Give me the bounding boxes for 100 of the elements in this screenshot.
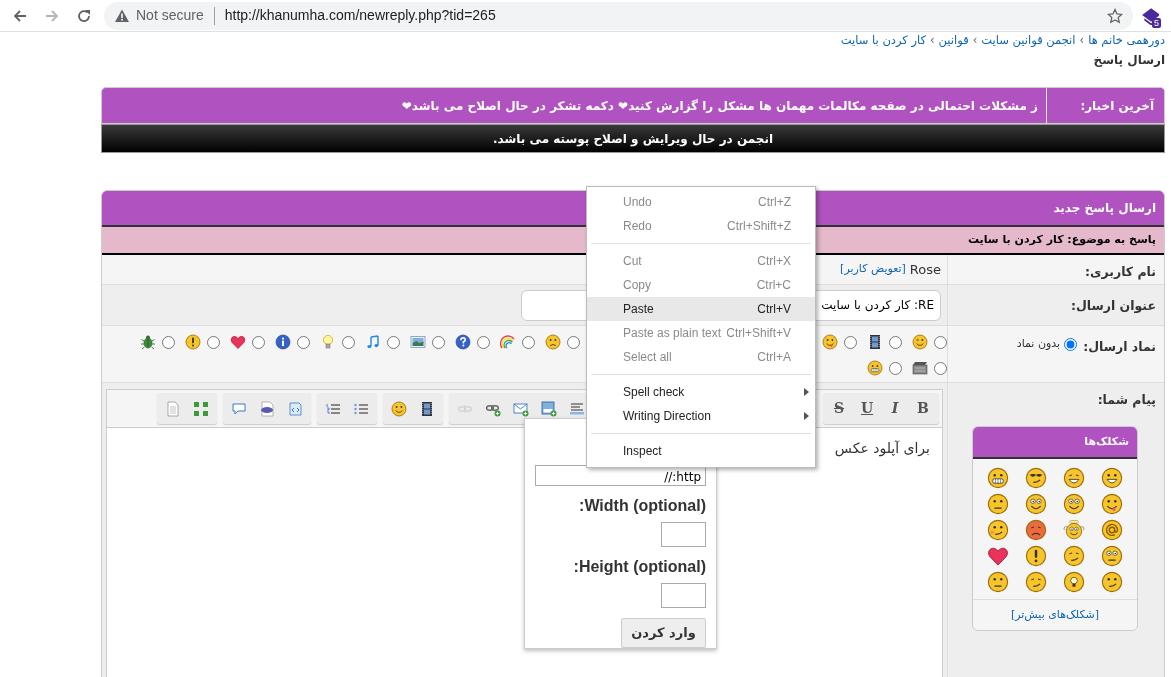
radio-button[interactable]	[844, 335, 857, 349]
smiley-icon[interactable]	[1025, 466, 1047, 489]
page-title: ارسال پاسخ	[1092, 52, 1165, 69]
info-icon	[275, 334, 291, 350]
code-file-icon	[287, 400, 303, 417]
music-note-icon	[365, 334, 381, 350]
extension-icon[interactable]	[1141, 6, 1159, 25]
smiley-icon[interactable]	[987, 570, 1009, 593]
radio-button[interactable]	[934, 361, 947, 375]
breadcrumb-link[interactable]: قوانین	[938, 33, 969, 47]
rainbow-icon	[500, 334, 516, 350]
clapperboard-icon	[912, 360, 928, 376]
radio-button[interactable]	[162, 335, 175, 349]
smiley-icon[interactable]	[1101, 492, 1123, 515]
heart-icon	[230, 334, 246, 350]
menu-item[interactable]: Paste Ctrl+V	[587, 297, 815, 321]
field-label: عنوان ارسال:	[947, 285, 1164, 325]
radio-button[interactable]	[252, 335, 265, 349]
field-label: نماد ارسال:	[1083, 338, 1156, 354]
address-bar[interactable]: Not secure http://khanumha.com/newreply.php?tid=265	[104, 1, 1133, 30]
speech-bubble-icon	[231, 400, 247, 417]
strikethrough-button[interactable]: S	[827, 396, 851, 421]
radio-button[interactable]	[342, 335, 355, 349]
back-arrow-icon	[12, 7, 28, 24]
radio-button[interactable]	[477, 335, 490, 349]
news-label: آخرین اخبار:	[1046, 88, 1164, 123]
underline-button[interactable]: U	[855, 396, 879, 421]
radio-button[interactable]	[934, 335, 947, 349]
forward-arrow-icon	[44, 7, 60, 24]
smiley-icon[interactable]	[1025, 518, 1047, 541]
width-field[interactable]	[661, 522, 706, 548]
breadcrumb-separator: ›	[930, 33, 935, 47]
image-add-icon	[541, 400, 557, 417]
align-lines-icon	[569, 400, 585, 417]
smiley-icon[interactable]	[1063, 492, 1085, 515]
bold-button[interactable]: B	[911, 396, 935, 421]
picture-icon	[410, 334, 426, 350]
italic-button[interactable]: I	[883, 396, 907, 421]
breadcrumb-separator: ›	[972, 33, 978, 47]
smiley-icon[interactable]	[1025, 492, 1047, 515]
exclamation-icon	[185, 334, 201, 350]
username-text: Rose	[909, 260, 941, 279]
field-label: :Height (optional)	[573, 557, 706, 578]
smiley-icon	[867, 360, 883, 376]
insert-button[interactable]: وارد کردن	[621, 618, 706, 648]
breadcrumb-link[interactable]: دورهمی خانم ها	[1088, 33, 1165, 47]
submenu-arrow-icon	[804, 388, 809, 396]
envelope-add-icon	[513, 400, 529, 417]
smiley-icon[interactable]	[1025, 570, 1047, 593]
smiley-icon	[391, 400, 407, 417]
film-strip-icon	[867, 334, 883, 350]
smiley-icon[interactable]	[987, 492, 1009, 515]
field-label: :Width (optional)	[579, 496, 706, 517]
lightbulb-icon[interactable]	[1063, 570, 1085, 593]
url-text: http://khanumha.com/newreply.php?tid=265	[224, 6, 497, 25]
question-icon	[455, 334, 471, 350]
smiley-icon[interactable]	[987, 518, 1009, 541]
radio-button[interactable]	[432, 335, 445, 349]
switch-user-link[interactable]: [تعویض کاربر]	[840, 261, 906, 278]
radio-button[interactable]	[889, 361, 902, 375]
reload-icon	[76, 7, 92, 24]
breadcrumb-link[interactable]: کار کردن با سایت	[840, 33, 926, 47]
radio-button[interactable]	[889, 335, 902, 349]
star-icon[interactable]	[1107, 7, 1123, 24]
smiley-icon[interactable]	[1101, 466, 1123, 489]
at-sign-icon[interactable]	[1101, 518, 1123, 541]
smiley-icon[interactable]	[1101, 570, 1123, 593]
document-icon	[165, 400, 181, 417]
film-strip-icon	[419, 400, 435, 417]
smiley-icon[interactable]	[1063, 466, 1085, 489]
smiley-icon	[912, 334, 928, 350]
smiley-icon[interactable]	[1063, 544, 1085, 567]
radio-button[interactable]	[567, 335, 580, 349]
radio-button[interactable]	[1064, 337, 1078, 351]
security-label: Not secure	[136, 6, 204, 25]
news-ticker-text: ز مشکلات احتمالی در صفحه مکالمات مهمان ها مشکل را گزارش کنید❤ دکمه تشکر در حال اصلاح می باشد❤	[400, 97, 1039, 115]
field-label: نام کاربری:	[947, 255, 1164, 284]
breadcrumb-link[interactable]: انجمن قوانین سایت	[981, 33, 1076, 47]
menu-item[interactable]: Inspect	[587, 439, 815, 463]
smiley-icon[interactable]	[987, 466, 1009, 489]
exclamation-icon[interactable]	[1025, 544, 1047, 567]
option-label: بدون نماد	[1016, 336, 1061, 352]
angel-smiley-icon[interactable]	[1063, 518, 1085, 541]
message-text: برای آپلود عکس	[834, 440, 930, 456]
menu-item[interactable]: Writing Direction	[587, 404, 815, 428]
radio-button[interactable]	[522, 335, 535, 349]
breadcrumb-separator: ›	[1079, 33, 1085, 47]
php-file-icon	[259, 400, 275, 417]
height-field[interactable]	[661, 583, 706, 609]
smiley-icon	[822, 334, 838, 350]
radio-button[interactable]	[207, 335, 220, 349]
bug-icon	[140, 334, 156, 350]
extension-badge: 5	[1152, 17, 1161, 28]
radio-button[interactable]	[387, 335, 400, 349]
submenu-arrow-icon	[804, 412, 809, 420]
fullscreen-icon	[193, 400, 209, 417]
radio-button[interactable]	[297, 335, 310, 349]
smiley-icon	[545, 334, 561, 350]
more-smilies-link[interactable]: [شکلک‌های بیش‌تر]	[1010, 607, 1100, 621]
lightbulb-icon	[320, 334, 336, 350]
